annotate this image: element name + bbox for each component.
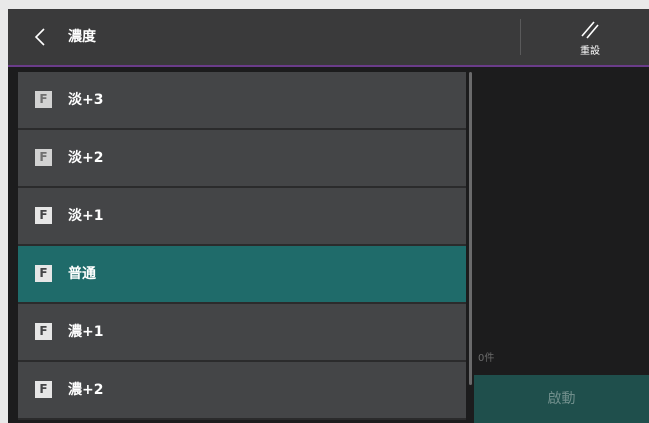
job-count: 0件 [478, 353, 495, 364]
list-item-normal[interactable]: F 普通 [18, 246, 466, 302]
header-divider [520, 19, 521, 55]
item-label: 淡+2 [68, 150, 104, 166]
reset-icon [581, 21, 599, 39]
file-f-icon: F [35, 323, 52, 340]
start-button[interactable]: 啟動 [474, 375, 649, 423]
reset-label: 重設 [580, 46, 600, 57]
list-item-dark-1[interactable]: F 濃+1 [18, 304, 466, 360]
item-label: 淡+1 [68, 208, 104, 224]
start-label: 啟動 [547, 391, 576, 407]
file-f-icon: F [35, 381, 52, 398]
header-bar: 濃度 重設 [8, 9, 649, 65]
list-item-dark-2[interactable]: F 濃+2 [18, 362, 466, 418]
reset-button[interactable]: 重設 [550, 9, 630, 65]
chevron-left-icon [34, 28, 45, 46]
item-divider [18, 418, 466, 420]
file-f-icon: F [35, 91, 52, 108]
page-title: 濃度 [68, 29, 96, 45]
item-label: 普通 [68, 266, 96, 282]
list-item-light-3[interactable]: F 淡+3 [18, 72, 466, 128]
density-list: F 淡+3 F 淡+2 F 淡+1 F 普通 F 濃+1 F 濃+2 [18, 72, 466, 423]
back-button[interactable] [22, 21, 58, 53]
item-label: 淡+3 [68, 92, 104, 108]
header-accent-line [8, 65, 649, 67]
list-item-light-1[interactable]: F 淡+1 [18, 188, 466, 244]
file-f-icon: F [35, 265, 52, 282]
item-label: 濃+2 [68, 382, 104, 398]
list-scrollbar[interactable] [469, 72, 472, 385]
item-label: 濃+1 [68, 324, 104, 340]
file-f-icon: F [35, 207, 52, 224]
list-item-light-2[interactable]: F 淡+2 [18, 130, 466, 186]
file-f-icon: F [35, 149, 52, 166]
app-frame: 濃度 重設 F 淡+3 F 淡+2 F 淡+1 F 普通 F 濃+1 F 濃+2… [8, 9, 649, 423]
